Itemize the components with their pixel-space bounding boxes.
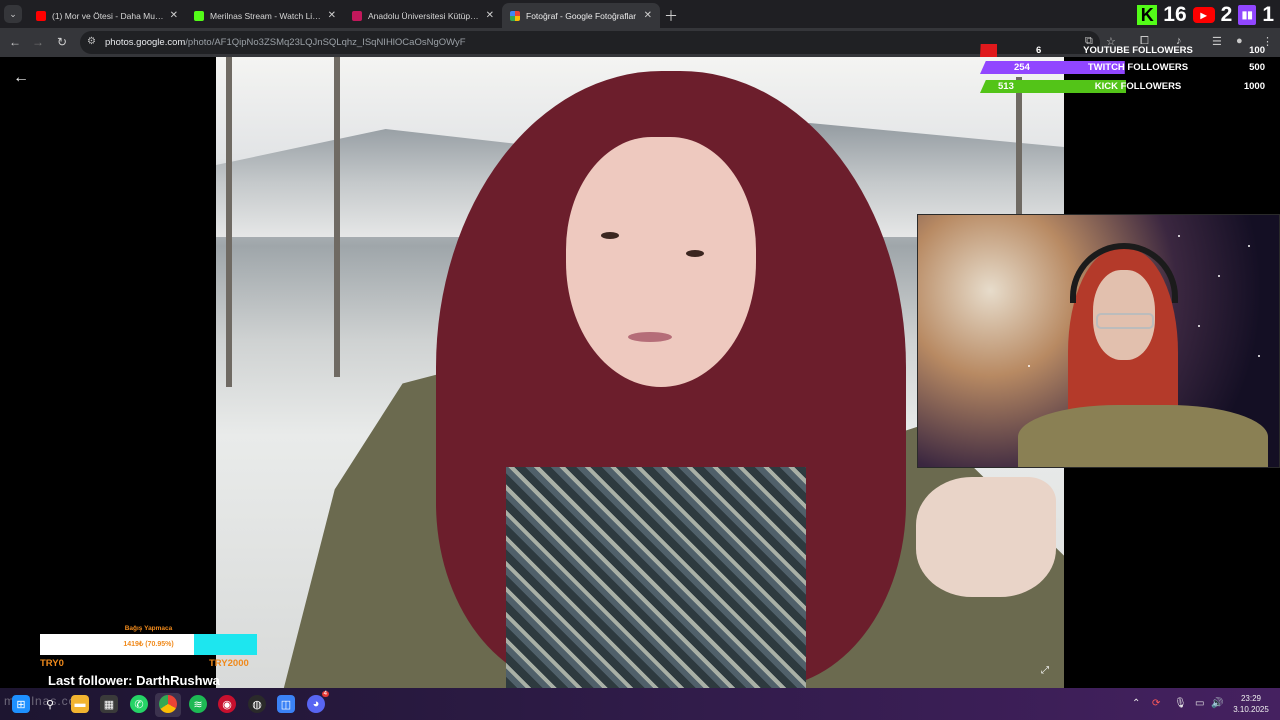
webcam-overlay bbox=[917, 214, 1280, 468]
goal-label: YOUTUBE FOLLOWERS bbox=[1083, 45, 1193, 56]
discord-badge: 4 bbox=[321, 691, 329, 697]
tab-title: (1) Mor ve Ötesi - Daha Mutlu Olamam bbox=[52, 10, 166, 21]
donation-bar: 1419₺ (70.95%) bbox=[40, 634, 257, 655]
display-icon[interactable]: ▭ bbox=[1195, 698, 1204, 709]
kick-count: 16 bbox=[1163, 3, 1187, 26]
kick-goal-bar: 513 KICK FOLLOWERS 1000 bbox=[980, 80, 1265, 93]
search-icon[interactable]: ⚲ bbox=[41, 695, 59, 713]
twitch-logo-icon: ▮▮ bbox=[1238, 5, 1257, 25]
glasses bbox=[1096, 313, 1154, 329]
reload-icon[interactable]: ↻ bbox=[54, 35, 70, 49]
youtube-logo-icon: ▶ bbox=[1192, 7, 1215, 23]
chrome-icon[interactable] bbox=[159, 695, 177, 713]
tab-title: Merilnas Stream - Watch Live on Kick bbox=[210, 10, 324, 21]
last-follower: Last follower: DarthRushwa bbox=[48, 673, 220, 688]
volume-icon[interactable]: 🔊 bbox=[1211, 698, 1223, 709]
eye bbox=[601, 232, 619, 239]
streamer-body bbox=[1018, 405, 1268, 467]
youtube-goal-bar: 6 YOUTUBE FOLLOWERS 100 bbox=[980, 44, 1265, 57]
tab-title: Fotoğraf - Google Fotoğraflar bbox=[526, 10, 637, 21]
donation-value: 1419₺ (70.95%) bbox=[123, 641, 174, 648]
tab-title: Anadolu Üniversitesi Kütüphane bbox=[368, 10, 482, 21]
clock-time: 23:29 bbox=[1240, 694, 1262, 703]
screen: ⌄ (1) Mor ve Ötesi - Daha Mutlu Olamam ✕… bbox=[0, 0, 1280, 720]
goal-label: KICK FOLLOWERS bbox=[1094, 81, 1182, 92]
back-icon[interactable]: ← bbox=[7, 35, 23, 49]
youtube-favicon-icon bbox=[36, 10, 46, 21]
tree-trunk bbox=[226, 57, 232, 387]
goal-current: 6 bbox=[1036, 45, 1042, 56]
goal-current: 254 bbox=[1014, 62, 1030, 73]
discord-icon[interactable]: ◕ 4 bbox=[307, 691, 329, 713]
clock[interactable]: 23:29 3.10.2025 bbox=[1226, 693, 1276, 715]
start-button-icon[interactable]: ⊞ bbox=[12, 695, 30, 713]
tab-search-button[interactable]: ⌄ bbox=[4, 5, 22, 23]
sync-icon[interactable]: ⟳ bbox=[1152, 698, 1160, 709]
site-info-icon[interactable]: ⚙ bbox=[87, 36, 96, 47]
new-tab-button[interactable]: ＋ bbox=[664, 6, 678, 26]
donation-min: TRY0 bbox=[40, 658, 64, 669]
forward-icon[interactable]: → bbox=[30, 35, 46, 49]
hand bbox=[916, 477, 1056, 597]
kick-logo-icon: K bbox=[1137, 5, 1158, 25]
tab-youtube[interactable]: (1) Mor ve Ötesi - Daha Mutlu Olamam ✕ bbox=[28, 3, 186, 28]
tab-strip: ⌄ (1) Mor ve Ötesi - Daha Mutlu Olamam ✕… bbox=[0, 0, 1280, 28]
taskbar: merilnas.com ⊞ ⚲ ▬ ▦ ✆ ≋ ◉ ◍ ◫ ◕ 4 ⌃ ⟳ 🎙 … bbox=[0, 688, 1280, 720]
microphone-icon[interactable]: 🎙 bbox=[1174, 698, 1187, 709]
kick-favicon-icon bbox=[194, 10, 204, 21]
scarf bbox=[506, 467, 806, 688]
mouth bbox=[628, 332, 672, 342]
url-host: photos.google.com bbox=[105, 37, 186, 48]
close-icon[interactable]: ✕ bbox=[644, 10, 652, 21]
donation-max: TRY2000 bbox=[209, 658, 249, 669]
store-icon[interactable]: ▦ bbox=[100, 695, 118, 713]
back-arrow-icon[interactable]: ← bbox=[13, 69, 29, 87]
tree-trunk bbox=[334, 57, 340, 377]
obs-icon[interactable]: ◍ bbox=[248, 695, 266, 713]
close-icon[interactable]: ✕ bbox=[486, 10, 494, 21]
youtube-count: 2 bbox=[1220, 3, 1233, 26]
app-icon-red[interactable]: ◉ bbox=[218, 695, 236, 713]
goal-label: TWITCH FOLLOWERS bbox=[1087, 62, 1189, 73]
url-path: /photo/AF1QipNo3ZSMq23LQJnSQLqhz_ISqNIHl… bbox=[185, 37, 466, 48]
goal-fill bbox=[980, 44, 998, 57]
file-explorer-icon[interactable]: ▬ bbox=[71, 695, 89, 713]
close-icon[interactable]: ✕ bbox=[328, 10, 336, 21]
tab-kick[interactable]: Merilnas Stream - Watch Live on Kick ✕ bbox=[186, 3, 344, 28]
tab-library[interactable]: Anadolu Üniversitesi Kütüphane ✕ bbox=[344, 3, 502, 28]
google-photos-favicon-icon bbox=[510, 10, 520, 21]
tab-google-photos[interactable]: Fotoğraf - Google Fotoğraflar ✕ bbox=[502, 3, 660, 28]
address-bar[interactable]: ⚙ photos.google.com/photo/AF1QipNo3ZSMq2… bbox=[80, 31, 1100, 54]
eye bbox=[686, 250, 704, 257]
clock-date: 3.10.2025 bbox=[1233, 705, 1269, 714]
url-text[interactable]: photos.google.com/photo/AF1QipNo3ZSMq23L… bbox=[105, 37, 466, 48]
goal-current: 513 bbox=[998, 81, 1014, 92]
follower-counts: K 16 ▶ 2 ▮▮ 1 bbox=[1137, 3, 1274, 27]
tray-chevron-icon[interactable]: ⌃ bbox=[1132, 698, 1140, 709]
goal-max: 500 bbox=[1249, 62, 1265, 73]
headset-icon bbox=[1070, 243, 1178, 303]
spotify-icon[interactable]: ≋ bbox=[189, 695, 207, 713]
face bbox=[566, 137, 756, 387]
twitch-goal-bar: 254 TWITCH FOLLOWERS 500 bbox=[980, 61, 1265, 74]
close-icon[interactable]: ✕ bbox=[170, 10, 178, 21]
twitch-count: 1 bbox=[1262, 3, 1274, 26]
donation-title: Bağış Yapmaca bbox=[124, 625, 173, 632]
app-icon-blue[interactable]: ◫ bbox=[277, 695, 295, 713]
library-favicon-icon bbox=[352, 10, 362, 21]
goal-max: 1000 bbox=[1243, 81, 1265, 92]
expand-icon[interactable]: ⤢ bbox=[1038, 665, 1052, 679]
goal-max: 100 bbox=[1249, 45, 1265, 56]
whatsapp-icon[interactable]: ✆ bbox=[130, 695, 148, 713]
